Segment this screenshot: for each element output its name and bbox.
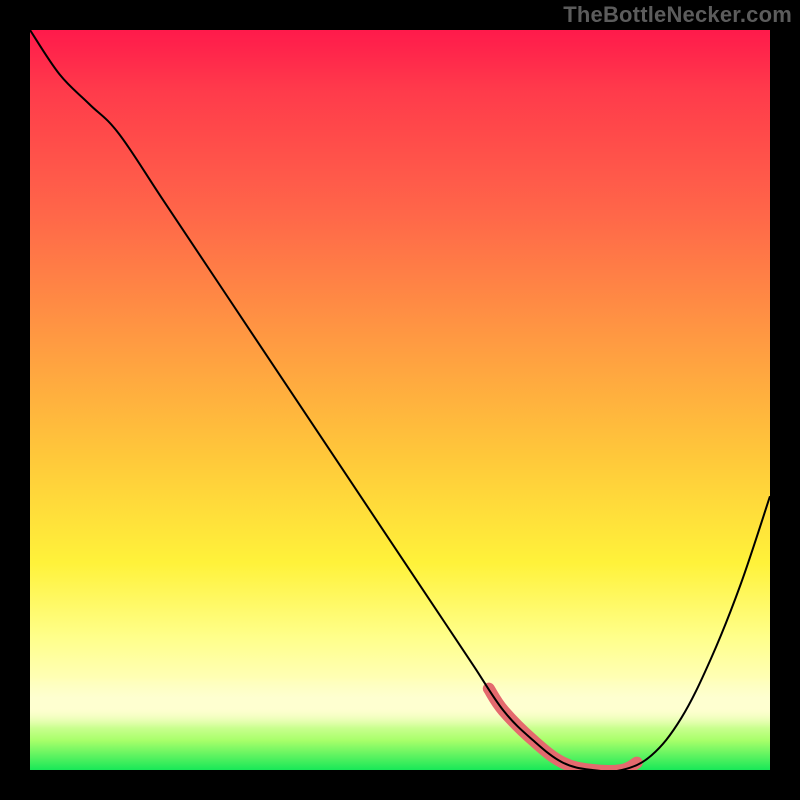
bottleneck-curve [30, 30, 770, 770]
curve-layer [30, 30, 770, 770]
watermark-text: TheBottleNecker.com [563, 2, 792, 28]
plot-area [30, 30, 770, 770]
highlight-segment [489, 689, 637, 770]
chart-frame: TheBottleNecker.com [0, 0, 800, 800]
